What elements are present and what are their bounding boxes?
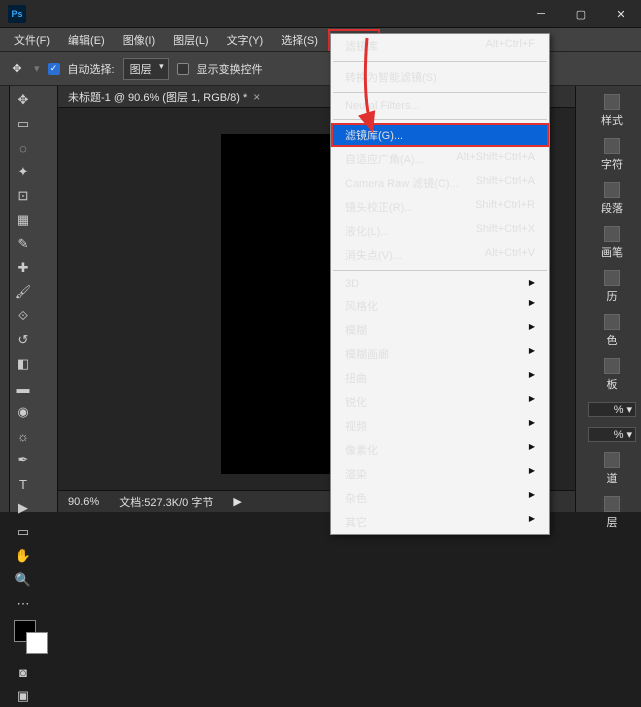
filter-last[interactable]: 滤镜库Alt+Ctrl+F bbox=[331, 34, 549, 58]
show-transform-label: 显示变换控件 bbox=[197, 61, 263, 77]
filter-camera-raw[interactable]: Camera Raw 滤镜(C)...Shift+Ctrl+A bbox=[331, 171, 549, 195]
panel-channels[interactable]: 道 bbox=[604, 452, 620, 486]
filter-sub-distort[interactable]: 扭曲 bbox=[331, 366, 549, 390]
para-icon bbox=[604, 182, 620, 198]
panel-styles[interactable]: 样式 bbox=[601, 94, 623, 128]
quickmask-icon[interactable]: ◙ bbox=[12, 661, 34, 683]
doc-status: 文档:527.3K/0 字节 bbox=[119, 494, 213, 510]
panel-character[interactable]: 字符 bbox=[601, 138, 623, 172]
panel-color[interactable]: 色 bbox=[604, 314, 620, 348]
opacity-field[interactable]: %▾ bbox=[588, 402, 636, 417]
heal-tool-icon[interactable]: ✚ bbox=[12, 257, 34, 279]
layers-icon bbox=[604, 496, 620, 512]
history-brush-icon[interactable]: ↺ bbox=[12, 329, 34, 351]
pen-tool-icon[interactable]: ✒ bbox=[12, 449, 34, 471]
fill-field[interactable]: %▾ bbox=[588, 427, 636, 442]
dodge-tool-icon[interactable]: ☼ bbox=[12, 425, 34, 447]
filter-sub-3d[interactable]: 3D bbox=[331, 274, 549, 294]
panel-layers[interactable]: 层 bbox=[604, 496, 620, 530]
channel-icon bbox=[604, 452, 620, 468]
filter-sub-other[interactable]: 其它 bbox=[331, 510, 549, 534]
stamp-tool-icon[interactable]: ⟐ bbox=[12, 305, 34, 327]
brush-icon bbox=[604, 226, 620, 242]
menu-file[interactable]: 文件(F) bbox=[6, 29, 58, 51]
menu-edit[interactable]: 编辑(E) bbox=[60, 29, 113, 51]
auto-select-checkbox[interactable]: ✓ bbox=[48, 63, 60, 75]
filter-sub-stylize[interactable]: 风格化 bbox=[331, 294, 549, 318]
panel-history[interactable]: 历 bbox=[604, 270, 620, 304]
zoom-tool-icon[interactable]: 🔍 bbox=[12, 569, 34, 591]
app-logo: Ps bbox=[8, 5, 26, 23]
close-tab-icon[interactable]: × bbox=[253, 90, 260, 104]
eraser-tool-icon[interactable]: ◧ bbox=[12, 353, 34, 375]
filter-liquify[interactable]: 液化(L)...Shift+Ctrl+X bbox=[331, 219, 549, 243]
filter-sub-blur[interactable]: 模糊 bbox=[331, 318, 549, 342]
color-swatches[interactable] bbox=[12, 620, 55, 660]
maximize-button[interactable]: ▢ bbox=[561, 0, 601, 28]
filter-sub-blurgallery[interactable]: 模糊画廊 bbox=[331, 342, 549, 366]
blur-tool-icon[interactable]: ◉ bbox=[12, 401, 34, 423]
filter-adaptive[interactable]: 自适应广角(A)...Alt+Shift+Ctrl+A bbox=[331, 147, 549, 171]
filter-neural[interactable]: Neural Filters... bbox=[331, 96, 549, 116]
filter-sub-render[interactable]: 渲染 bbox=[331, 462, 549, 486]
eyedropper-tool-icon[interactable]: ✎ bbox=[12, 233, 34, 255]
show-transform-checkbox[interactable] bbox=[177, 63, 189, 75]
move-tool-icon[interactable]: ✥ bbox=[12, 89, 34, 111]
filter-smart[interactable]: 转换为智能滤镜(S) bbox=[331, 65, 549, 89]
auto-select-target[interactable]: 图层 bbox=[123, 58, 169, 80]
close-button[interactable]: ✕ bbox=[601, 0, 641, 28]
document-tab-label: 未标题-1 @ 90.6% (图层 1, RGB/8) * bbox=[68, 89, 247, 105]
filter-sub-pixelate[interactable]: 像素化 bbox=[331, 438, 549, 462]
fx-icon bbox=[604, 94, 620, 110]
window-controls: ─ ▢ ✕ bbox=[521, 0, 641, 28]
auto-select-label: 自动选择: bbox=[68, 61, 115, 77]
path-select-icon[interactable]: ▶ bbox=[12, 497, 34, 519]
artboard-tool-icon[interactable]: ▭ bbox=[12, 113, 34, 135]
menu-select[interactable]: 选择(S) bbox=[273, 29, 326, 51]
filter-lens[interactable]: 镜头校正(R)...Shift+Ctrl+R bbox=[331, 195, 549, 219]
filter-sub-video[interactable]: 视频 bbox=[331, 414, 549, 438]
title-bar: Ps ─ ▢ ✕ bbox=[0, 0, 641, 28]
menu-layer[interactable]: 图层(L) bbox=[165, 29, 216, 51]
minimize-button[interactable]: ─ bbox=[521, 0, 561, 28]
panel-brushes[interactable]: 画笔 bbox=[601, 226, 623, 260]
move-tool-icon[interactable]: ✥ bbox=[8, 60, 26, 78]
brush-tool-icon[interactable]: 🖌 bbox=[12, 281, 34, 303]
filter-vanishing[interactable]: 消失点(V)...Alt+Ctrl+V bbox=[331, 243, 549, 267]
menu-image[interactable]: 图像(I) bbox=[115, 29, 163, 51]
type-tool-icon[interactable]: T bbox=[12, 473, 34, 495]
hand-tool-icon[interactable]: ✋ bbox=[12, 545, 34, 567]
frame-tool-icon[interactable]: ▦ bbox=[12, 209, 34, 231]
menu-type[interactable]: 文字(Y) bbox=[219, 29, 272, 51]
screenmode-icon[interactable]: ▣ bbox=[12, 685, 34, 707]
swatch-icon bbox=[604, 358, 620, 374]
right-gutter bbox=[575, 86, 583, 512]
lasso-tool-icon[interactable]: ◌ bbox=[12, 137, 34, 159]
right-panel: 样式 字符 段落 画笔 历 色 板 %▾ %▾ 道 层 bbox=[583, 86, 641, 512]
filter-menu-dropdown: 滤镜库Alt+Ctrl+F 转换为智能滤镜(S) Neural Filters.… bbox=[330, 33, 550, 535]
panel-swatches[interactable]: 板 bbox=[604, 358, 620, 392]
panel-paragraph[interactable]: 段落 bbox=[601, 182, 623, 216]
edit-toolbar-icon[interactable]: ⋯ bbox=[12, 593, 34, 615]
shape-tool-icon[interactable]: ▭ bbox=[12, 521, 34, 543]
wand-tool-icon[interactable]: ✦ bbox=[12, 161, 34, 183]
history-icon bbox=[604, 270, 620, 286]
gradient-tool-icon[interactable]: ▬ bbox=[12, 377, 34, 399]
background-swatch[interactable] bbox=[26, 632, 48, 654]
char-icon bbox=[604, 138, 620, 154]
color-icon bbox=[604, 314, 620, 330]
filter-sub-sharpen[interactable]: 锐化 bbox=[331, 390, 549, 414]
status-chevron-icon[interactable]: ▶ bbox=[233, 495, 241, 508]
left-gutter bbox=[0, 86, 10, 512]
zoom-value[interactable]: 90.6% bbox=[68, 496, 99, 508]
crop-tool-icon[interactable]: ⊡ bbox=[12, 185, 34, 207]
tool-palette: ✥▭ ◌✦ ⊡▦ ✎✚ 🖌⟐ ↺◧ ▬◉ ☼✒ T▶ ▭✋ 🔍⋯ ◙▣ bbox=[10, 86, 58, 512]
filter-gallery[interactable]: 滤镜库(G)... bbox=[331, 123, 549, 147]
filter-sub-noise[interactable]: 杂色 bbox=[331, 486, 549, 510]
